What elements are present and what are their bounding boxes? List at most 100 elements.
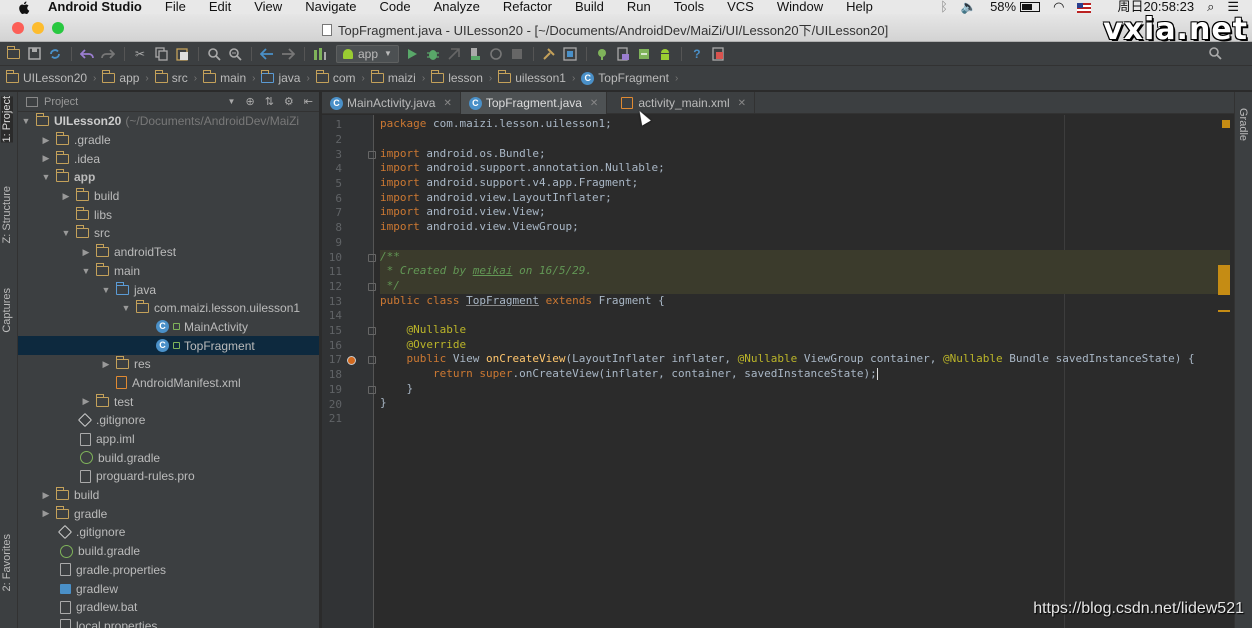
chevron-right-icon[interactable]: ▶ — [60, 191, 72, 202]
copy-icon[interactable] — [153, 46, 169, 62]
chevron-right-icon[interactable]: ▶ — [40, 135, 52, 146]
project-view-selector[interactable]: Project — [44, 96, 78, 108]
tree-item-package[interactable]: ▼ com.maizi.lesson.uilesson1 — [18, 299, 319, 318]
menu-view[interactable]: View — [254, 0, 282, 14]
breadcrumb-item-uilesson1[interactable]: uilesson1 › — [498, 70, 575, 85]
tree-item-gradle-dir[interactable]: ▶ .gradle — [18, 131, 319, 150]
menu-vcs[interactable]: VCS — [727, 0, 754, 14]
tree-item-test[interactable]: ▶ test — [18, 392, 319, 411]
tree-item-idea[interactable]: ▶ .idea — [18, 149, 319, 168]
tree-item-gradlew[interactable]: gradlew — [18, 579, 319, 598]
device-file-explorer-icon[interactable] — [710, 46, 726, 62]
breadcrumb-item-topfragment[interactable]: C TopFragment › — [581, 71, 678, 85]
tree-item-gitignore[interactable]: .gitignore — [18, 523, 319, 542]
back-icon[interactable] — [259, 46, 275, 62]
chevron-right-icon[interactable]: ▶ — [80, 396, 92, 407]
search-everywhere-icon[interactable] — [1208, 46, 1224, 62]
editor-error-stripe[interactable] — [1218, 115, 1230, 628]
apply-changes-icon[interactable] — [488, 46, 504, 62]
breadcrumb-item-main[interactable]: main › — [203, 70, 255, 85]
tree-item-local-properties[interactable]: local.properties — [18, 617, 319, 628]
tree-item-proguard[interactable]: proguard-rules.pro — [18, 467, 319, 486]
tree-item-androidmanifest[interactable]: AndroidManifest.xml — [18, 374, 319, 393]
tree-item-mainactivity[interactable]: C MainActivity — [18, 318, 319, 337]
breadcrumb-item-java[interactable]: java › — [261, 70, 310, 85]
avd-manager-icon[interactable] — [594, 46, 610, 62]
open-icon[interactable] — [5, 45, 21, 62]
chevron-right-icon[interactable]: ▶ — [80, 247, 92, 258]
tab-topfragment[interactable]: C TopFragment.java ✕ — [460, 92, 608, 114]
menu-navigate[interactable]: Navigate — [305, 0, 356, 14]
make-project-icon[interactable] — [312, 46, 328, 62]
chevron-right-icon[interactable]: ▶ — [40, 490, 52, 501]
android-device-monitor-icon[interactable] — [615, 46, 631, 62]
menu-help[interactable]: Help — [846, 0, 873, 14]
tool-tab-favorites[interactable]: 2: Favorites — [1, 534, 13, 591]
fold-marker[interactable] — [368, 327, 376, 335]
tree-item-java[interactable]: ▼ java — [18, 280, 319, 299]
tree-item-build[interactable]: ▶ build — [18, 486, 319, 505]
tab-activity-main[interactable]: activity_main.xml ✕ — [607, 92, 756, 114]
attach-debugger-icon[interactable] — [446, 46, 462, 62]
redo-icon[interactable] — [100, 46, 116, 62]
tree-item-gradle-properties[interactable]: gradle.properties — [18, 561, 319, 580]
fold-marker[interactable] — [368, 151, 376, 159]
breadcrumb-item-src[interactable]: src › — [154, 70, 197, 85]
android-robot-icon[interactable] — [657, 46, 673, 62]
tree-item-gradle[interactable]: ▶ gradle — [18, 504, 319, 523]
chevron-down-icon[interactable]: ▼ — [40, 172, 52, 182]
zoom-window-button[interactable] — [52, 21, 64, 34]
menu-analyze[interactable]: Analyze — [434, 0, 480, 14]
code-area[interactable]: package com.maizi.lesson.uilesson1; impo… — [380, 115, 1230, 628]
tree-item-build-gradle[interactable]: build.gradle — [18, 542, 319, 561]
tree-item-main[interactable]: ▼ main — [18, 262, 319, 281]
tool-tab-gradle[interactable]: Gradle — [1237, 108, 1249, 141]
fold-marker[interactable] — [368, 356, 376, 364]
close-icon[interactable]: ✕ — [590, 98, 598, 109]
sync-icon[interactable] — [47, 46, 63, 62]
run-icon[interactable] — [404, 46, 420, 62]
bluetooth-icon[interactable]: ᛒ — [940, 0, 948, 14]
chevron-down-icon[interactable]: ▼ — [20, 116, 32, 126]
highlight-marker[interactable] — [1218, 310, 1230, 312]
tree-item-app-build[interactable]: ▶ build — [18, 187, 319, 206]
apple-icon[interactable] — [16, 0, 32, 14]
menu-build[interactable]: Build — [575, 0, 604, 14]
highlight-marker[interactable] — [1218, 265, 1230, 295]
menu-file[interactable]: File — [165, 0, 186, 14]
sdk-manager-icon[interactable] — [562, 46, 578, 62]
tree-item-gradlew-bat[interactable]: gradlew.bat — [18, 598, 319, 617]
chevron-right-icon[interactable]: ▶ — [40, 508, 52, 519]
help-icon[interactable]: ? — [689, 46, 705, 62]
scroll-from-source-icon[interactable]: ⊕ — [245, 95, 254, 108]
chevron-down-icon[interactable]: ▼ — [228, 97, 236, 106]
tree-item-app[interactable]: ▼ app — [18, 168, 319, 187]
stop-icon[interactable] — [509, 46, 525, 62]
close-icon[interactable]: ✕ — [738, 98, 746, 109]
tree-item-app-build-gradle[interactable]: build.gradle — [18, 448, 319, 467]
breadcrumb-item-maizi[interactable]: maizi › — [370, 70, 425, 85]
run-coverage-icon[interactable] — [467, 46, 483, 62]
debug-icon[interactable] — [425, 46, 441, 62]
battery-icon[interactable] — [1020, 2, 1041, 12]
close-icon[interactable]: ✕ — [443, 98, 451, 109]
tree-item-libs[interactable]: ▶libs — [18, 205, 319, 224]
chevron-down-icon[interactable]: ▼ — [80, 266, 92, 276]
inspection-status-icon[interactable] — [1222, 120, 1230, 128]
breadcrumb-item-com[interactable]: com › — [315, 70, 365, 85]
input-flag-icon[interactable] — [1077, 0, 1104, 14]
chevron-down-icon[interactable]: ▼ — [100, 285, 112, 295]
tree-item-androidtest[interactable]: ▶ androidTest — [18, 243, 319, 262]
tool-tab-structure[interactable]: Z: Structure — [1, 186, 13, 243]
gradle-sync-icon[interactable] — [636, 46, 652, 62]
menu-window[interactable]: Window — [777, 0, 823, 14]
menu-refactor[interactable]: Refactor — [503, 0, 552, 14]
breadcrumb-item-app[interactable]: app › — [102, 70, 149, 85]
forward-icon[interactable] — [280, 46, 296, 62]
fold-marker[interactable] — [368, 386, 376, 394]
tree-item-app-iml[interactable]: app.iml — [18, 430, 319, 449]
chevron-down-icon[interactable]: ▼ — [120, 303, 132, 313]
paste-icon[interactable] — [174, 46, 190, 62]
menu-code[interactable]: Code — [380, 0, 411, 14]
menu-run[interactable]: Run — [627, 0, 651, 14]
